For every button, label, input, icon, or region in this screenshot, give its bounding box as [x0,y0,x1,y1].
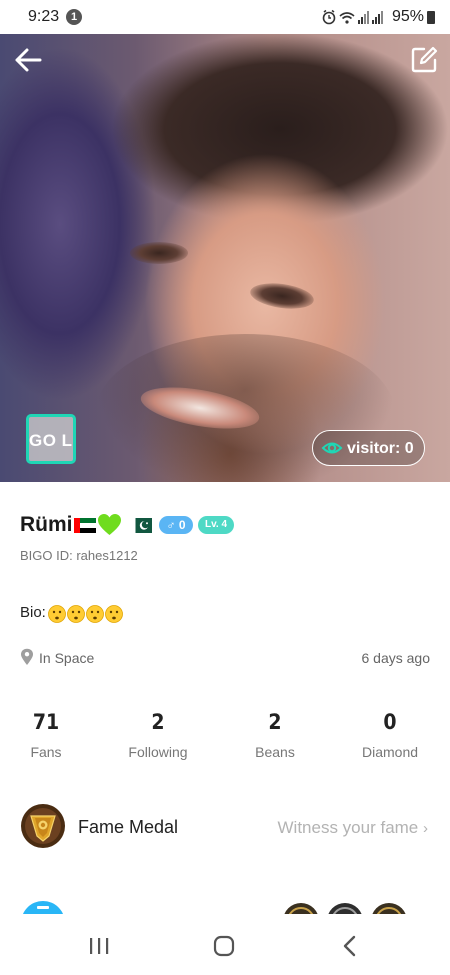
medal-icon [21,804,65,848]
fame-medal-row[interactable]: Fame Medal Witness your fame › [0,803,450,853]
stat-label: Diamond [361,744,419,760]
notification-count-badge: 1 [66,9,82,25]
fame-medal-label: Fame Medal [78,817,179,837]
bio: Bio: [20,602,320,624]
gender-badge: ♂ 0 [159,516,193,534]
chevron-right-icon: › [423,820,428,837]
hushed-face-emoji [67,605,85,623]
stat-label: Following [128,744,188,760]
signal-icon [358,11,369,24]
hushed-face-emoji [48,605,66,623]
stats-row: 71 Fans 2 Following 2 Beans 0 Diamond [0,710,450,770]
bio-label: Bio: [20,604,46,621]
user-name: Rümi [20,513,73,536]
stat-beans[interactable]: 2 Beans [225,710,325,760]
battery-icon [427,11,435,24]
hushed-face-emoji [86,605,104,623]
alarm-icon [322,9,336,25]
uae-flag-icon [74,518,96,533]
visitor-count-button[interactable]: visitor: 0 [312,430,425,466]
go-live-button[interactable]: GO LIVE [26,414,76,464]
pin-icon [21,648,33,665]
visitor-count-label: visitor: 0 [347,440,414,457]
last-seen: 6 days ago [361,650,431,666]
stat-label: Fans [30,744,62,760]
home-icon[interactable] [213,935,235,957]
bigo-id: BIGO ID: rahes1212 [20,548,138,563]
bio-emojis [48,605,123,623]
photo-eye-left [130,242,188,264]
photo-eye-right [248,279,316,313]
stat-value: 0 [383,710,397,734]
location-text: In Space [39,650,95,666]
stat-label: Beans [255,744,295,760]
status-time: 9:23 [28,8,60,25]
hushed-face-emoji [105,605,123,623]
system-nav-bar [0,918,450,975]
recent-apps-icon[interactable] [88,937,110,955]
stat-value: 71 [32,710,60,734]
stat-following[interactable]: 2 Following [108,710,208,760]
arrow-left-icon[interactable] [10,42,46,78]
edit-icon[interactable] [408,44,440,76]
pakistan-flag-icon [130,518,152,533]
go-live-label: GO LIVE [29,431,73,450]
stat-fans[interactable]: 71 Fans [0,710,96,760]
stat-value: 2 [268,710,282,734]
status-bar: 9:23 1 95% [0,0,450,34]
stat-diamond[interactable]: 0 Diamond [340,710,440,760]
male-icon: ♂ [166,518,176,532]
signal-icon [372,11,383,24]
level-badge: Lv. 4 [198,516,234,534]
gender-badge-value: 0 [178,518,186,532]
witness-fame-link[interactable]: Witness your fame › [278,818,429,838]
wifi-icon [339,12,355,24]
status-icons [322,9,383,25]
witness-fame-text: Witness your fame [277,818,419,837]
profile-name-row: Rümi ♂ 0 Lv. 4 [20,511,440,539]
location: In Space [20,648,220,668]
back-icon[interactable] [342,935,358,957]
battery-percentage: 95% [391,8,424,25]
eye-icon [321,442,343,454]
stat-value: 2 [151,710,165,734]
green-heart-icon [98,514,121,535]
